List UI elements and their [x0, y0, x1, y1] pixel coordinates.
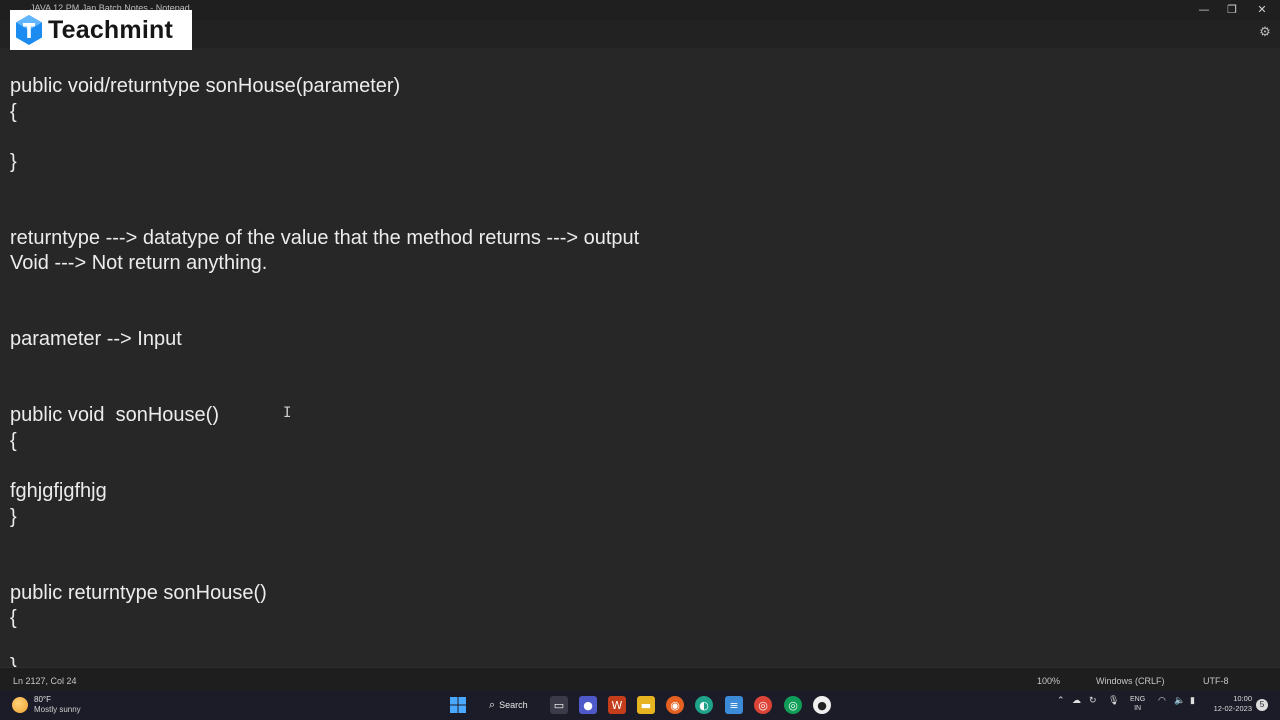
app-w-icon[interactable]: W	[608, 696, 626, 714]
status-bar: Ln 2127, Col 24 100% Windows (CRLF) UTF-…	[0, 667, 1280, 692]
menu-bar: ⚙	[0, 20, 1280, 48]
tray-sync-icon[interactable]: ↻	[1089, 695, 1097, 706]
wifi-icon[interactable]: ◠	[1158, 695, 1166, 706]
weather-sun-icon[interactable]	[12, 697, 28, 713]
editor-line: returntype ---> datatype of the value th…	[10, 227, 640, 249]
line-ending: Windows (CRLF)	[1096, 676, 1165, 686]
editor-line: {	[10, 607, 17, 629]
editor-line: fghjgfjgfhjg	[10, 480, 107, 502]
logo-text: Teachmint	[48, 15, 173, 44]
battery-icon[interactable]: ▮	[1190, 695, 1195, 706]
notification-badge[interactable]: 5	[1256, 699, 1268, 711]
firefox-icon[interactable]: ◉	[666, 696, 684, 714]
teachmint-logo-icon	[16, 15, 42, 45]
taskbar: 80°F Mostly sunny ⌕ Search ▭ ● W ▬ ◉ ◐ ≡…	[0, 691, 1280, 720]
lang-code: ENG	[1130, 696, 1146, 703]
editor-line: Void ---> Not return anything.	[10, 252, 268, 274]
lang-region: IN	[1134, 705, 1142, 712]
minimize-button[interactable]: —	[1190, 2, 1218, 18]
taskbar-search[interactable]: ⌕ Search	[483, 695, 539, 715]
notepad-icon[interactable]: ≡	[725, 696, 743, 714]
chrome-icon[interactable]: ◎	[754, 696, 772, 714]
chrome-profile-icon[interactable]: ◎	[784, 696, 802, 714]
encoding: UTF-8	[1203, 676, 1229, 686]
weather-desc[interactable]: Mostly sunny	[34, 705, 81, 714]
teams-chat-icon[interactable]: ●	[579, 696, 597, 714]
gear-icon[interactable]: ⚙	[1258, 26, 1272, 40]
editor-line: {	[10, 101, 17, 123]
tray-chevron-up-icon[interactable]: ⌃	[1057, 695, 1065, 706]
editor-line: }	[10, 151, 17, 173]
clock-time: 10:00	[1233, 694, 1252, 703]
editor-line: public returntype sonHouse()	[10, 582, 267, 604]
windows-start-icon[interactable]	[449, 696, 467, 714]
clock-date: 12-02-2023	[1213, 704, 1252, 713]
editor-line: {	[10, 430, 17, 452]
microphone-icon[interactable]: 🎙	[1108, 695, 1119, 706]
maximize-button[interactable]: ❐	[1218, 2, 1246, 18]
obs-icon[interactable]: ●	[813, 696, 831, 714]
teachmint-logo: Teachmint	[10, 10, 192, 50]
edge-icon[interactable]: ◐	[695, 696, 713, 714]
editor-line: public void/returntype sonHouse(paramete…	[10, 75, 401, 97]
editor-line: }	[10, 506, 17, 528]
close-button[interactable]: ✕	[1248, 2, 1276, 18]
search-icon: ⌕	[489, 698, 496, 711]
text-editor[interactable]: public void/returntype sonHouse(paramete…	[0, 48, 1280, 667]
editor-line: }	[10, 655, 17, 667]
file-explorer-icon[interactable]: ▬	[637, 696, 655, 714]
task-view-icon[interactable]: ▭	[550, 696, 568, 714]
weather-temp[interactable]: 80°F	[34, 695, 51, 704]
editor-line: public void sonHouse()	[10, 404, 219, 426]
title-bar: JAVA 12 PM Jan Batch Notes - Notepad — ❐…	[0, 0, 1280, 20]
cursor-position: Ln 2127, Col 24	[13, 676, 77, 686]
clock[interactable]: 10:00 12-02-2023	[1208, 694, 1252, 714]
language-indicator[interactable]: ENG IN	[1130, 695, 1145, 713]
search-label: Search	[499, 700, 528, 710]
volume-icon[interactable]: 🔈	[1174, 695, 1185, 706]
zoom-level: 100%	[1037, 676, 1061, 686]
text-cursor-icon: I	[283, 405, 292, 421]
tray-app-icon[interactable]: ☁	[1072, 695, 1081, 706]
editor-line: parameter --> Input	[10, 328, 182, 350]
